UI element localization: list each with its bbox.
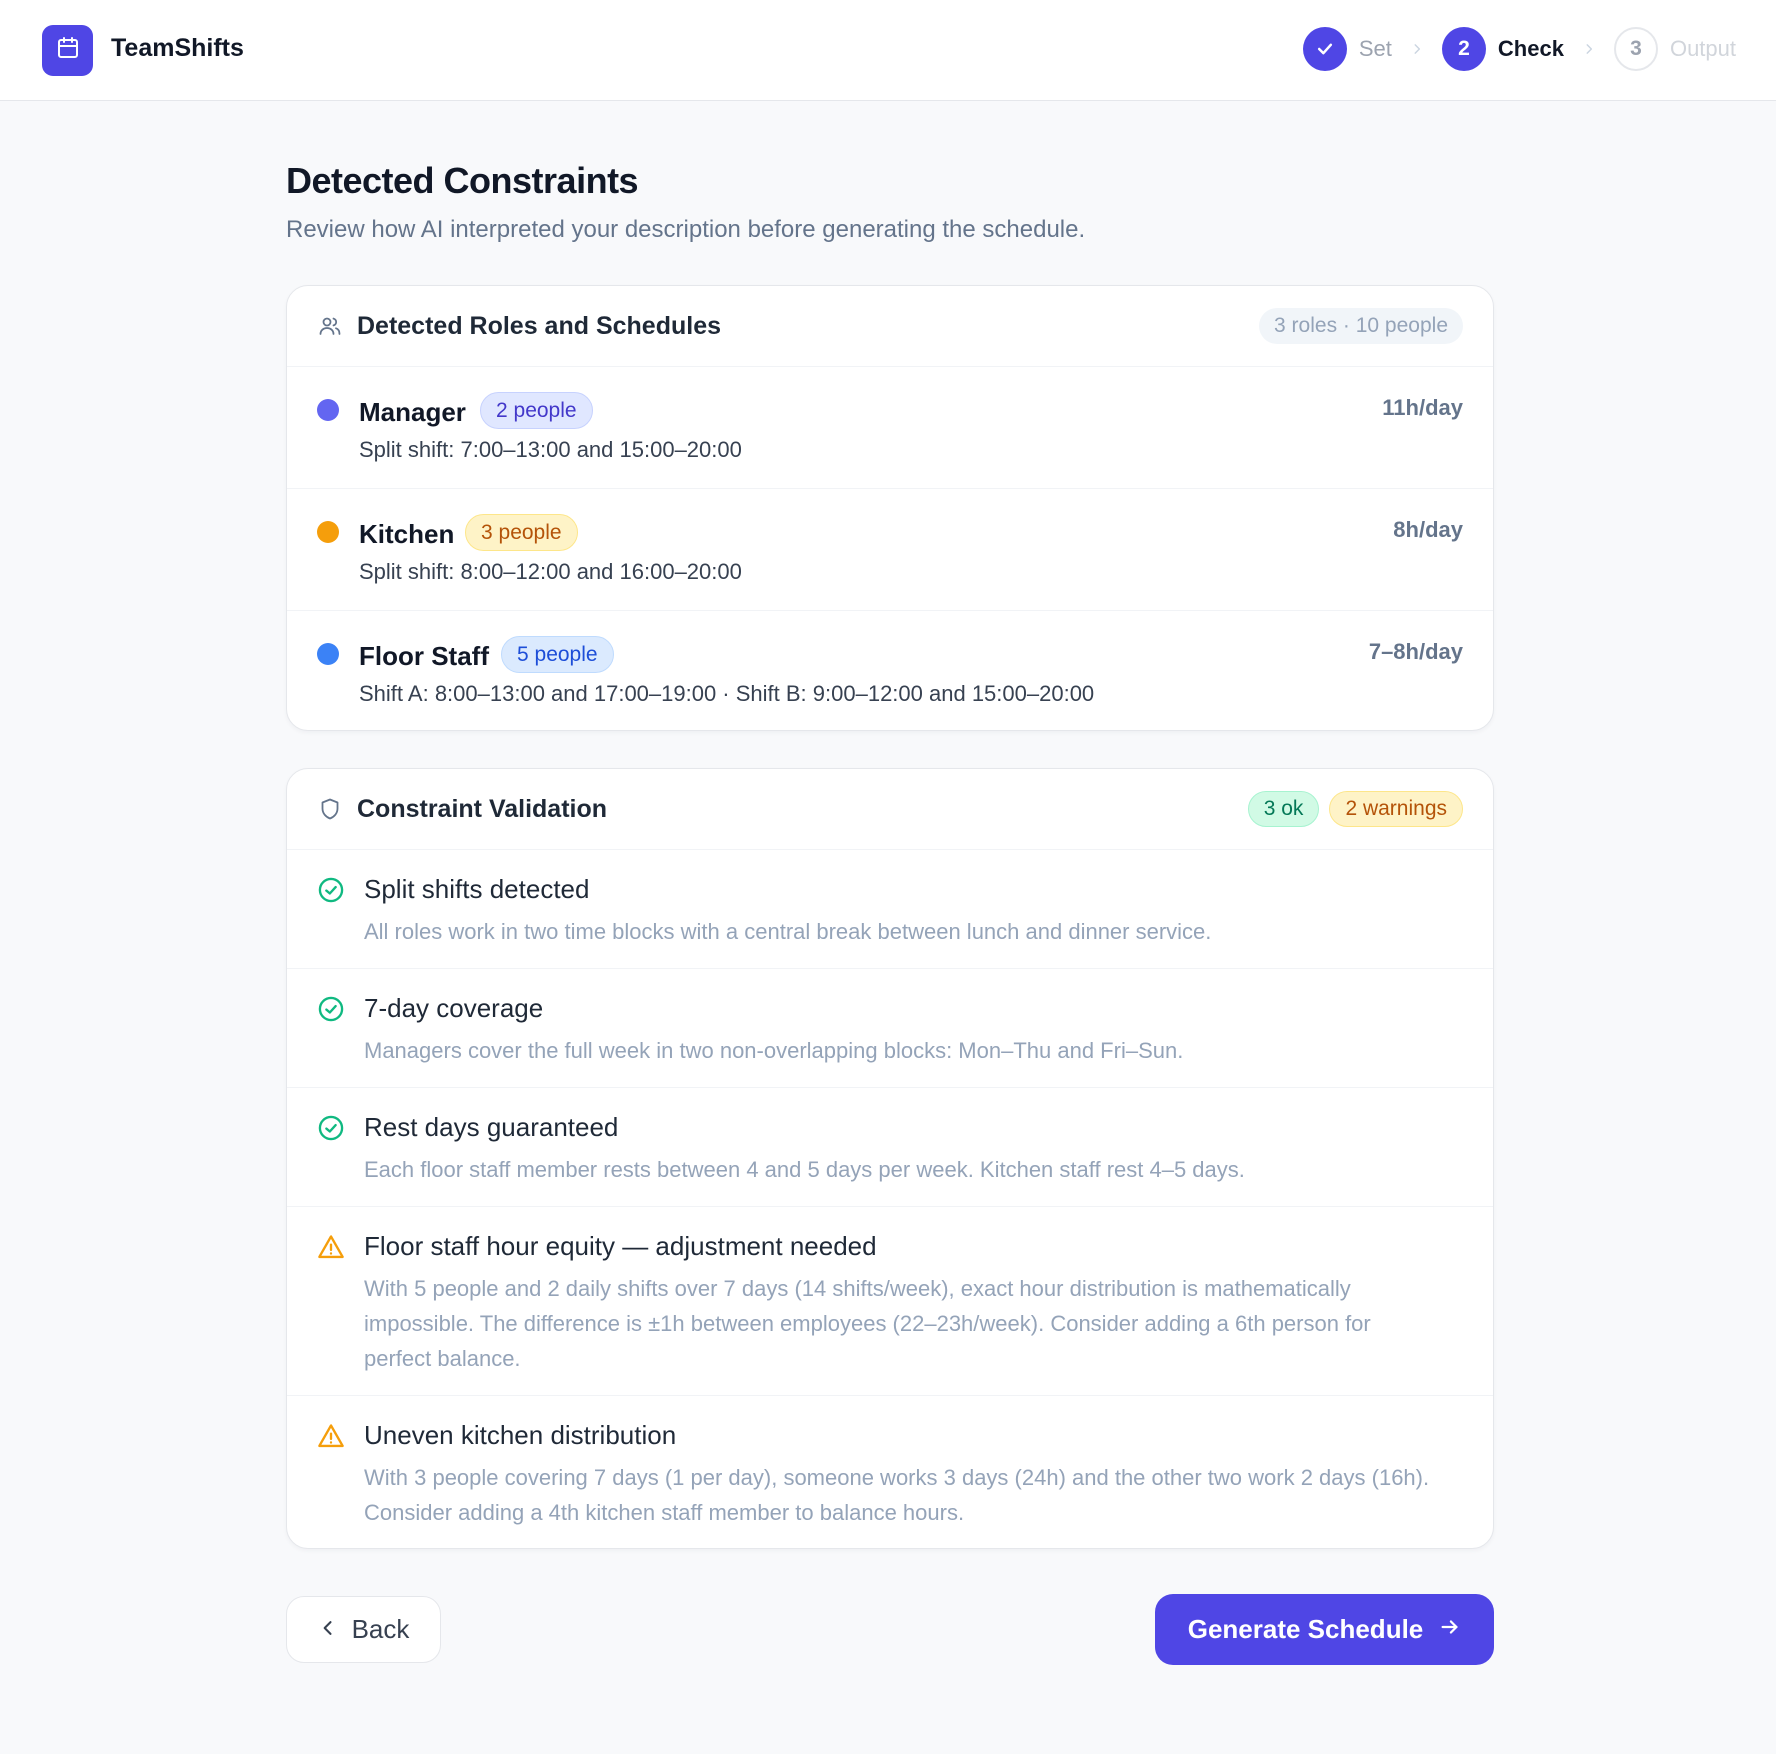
validation-description: Each floor staff member rests between 4 …: [364, 1157, 1245, 1182]
role-name: Manager: [359, 397, 466, 427]
step-done-circle: [1302, 27, 1347, 71]
role-people-badge: 2 people: [480, 392, 593, 429]
validation-item: Rest days guaranteed Each floor staff me…: [287, 1088, 1493, 1207]
role-name: Floor Staff: [359, 641, 489, 671]
back-button[interactable]: Back: [286, 1596, 441, 1663]
role-people-badge: 5 people: [501, 636, 614, 673]
role-shift: Shift A: 8:00–13:00 and 17:00–19:00 · Sh…: [359, 681, 1095, 706]
validation-title: Floor staff hour equity — adjustment nee…: [364, 1231, 877, 1261]
warning-triangle-icon: [317, 1422, 345, 1450]
top-bar: TeamShifts Set 2 Check 3 Output: [0, 0, 1776, 101]
role-hours: 7–8h/day: [1368, 639, 1463, 664]
step-number: 3: [1613, 27, 1658, 71]
chevron-left-icon: [318, 1614, 338, 1645]
step-output[interactable]: 3 Output: [1613, 27, 1736, 71]
chevron-right-icon: [1582, 42, 1596, 56]
step-number: 2: [1441, 27, 1486, 71]
warning-triangle-icon: [317, 1233, 345, 1261]
roles-summary-badge: 3 roles · 10 people: [1259, 308, 1463, 344]
role-shift: Split shift: 8:00–12:00 and 16:00–20:00: [359, 559, 742, 584]
roles-card-header: Detected Roles and Schedules 3 roles · 1…: [287, 286, 1493, 367]
role-color-dot: [317, 643, 339, 665]
step-set[interactable]: Set: [1302, 27, 1392, 71]
validation-description: All roles work in two time blocks with a…: [364, 919, 1212, 944]
role-row-manager: Manager 2 people Split shift: 7:00–13:00…: [287, 367, 1493, 489]
generate-button-label: Generate Schedule: [1187, 1614, 1424, 1644]
page-title: Detected Constraints: [286, 160, 639, 201]
validation-card-header: Constraint Validation 3 ok 2 warnings: [287, 769, 1493, 850]
validation-item: Uneven kitchen distribution With 3 peopl…: [287, 1396, 1493, 1548]
brand-name: TeamShifts: [111, 34, 244, 62]
validation-title: Uneven kitchen distribution: [364, 1420, 677, 1450]
stepper: Set 2 Check 3 Output: [1302, 27, 1736, 71]
validation-card: Constraint Validation 3 ok 2 warnings Sp…: [286, 768, 1494, 1549]
validation-title: Split shifts detected: [364, 874, 590, 904]
validation-description: With 5 people and 2 daily shifts over 7 …: [364, 1276, 1371, 1371]
validation-item: 7-day coverage Managers cover the full w…: [287, 969, 1493, 1088]
role-color-dot: [317, 399, 339, 421]
role-hours: 8h/day: [1393, 517, 1463, 542]
users-icon: [317, 313, 343, 339]
validation-item: Split shifts detected All roles work in …: [287, 850, 1493, 969]
arrow-right-icon: [1439, 1614, 1461, 1645]
role-hours: 11h/day: [1382, 395, 1463, 420]
calendar-icon: [56, 36, 80, 65]
ok-count-badge: 3 ok: [1247, 791, 1320, 827]
step-label: Check: [1497, 36, 1564, 61]
chevron-right-icon: [1410, 42, 1424, 56]
step-label: Output: [1669, 36, 1736, 61]
role-shift: Split shift: 7:00–13:00 and 15:00–20:00: [359, 437, 742, 462]
step-label: Set: [1358, 36, 1392, 61]
check-icon: [1317, 43, 1332, 55]
roles-card-title: Detected Roles and Schedules: [357, 311, 722, 340]
validation-description: With 3 people covering 7 days (1 per day…: [364, 1465, 1430, 1525]
role-row-kitchen: Kitchen 3 people Split shift: 8:00–12:00…: [287, 489, 1493, 611]
page-subtitle: Review how AI interpreted your descripti…: [286, 216, 1086, 243]
role-people-badge: 3 people: [465, 514, 578, 551]
check-circle-icon: [317, 876, 345, 904]
check-circle-icon: [317, 995, 345, 1023]
shield-icon: [317, 796, 343, 822]
validation-title: Rest days guaranteed: [364, 1112, 619, 1142]
role-row-floor-staff: Floor Staff 5 people Shift A: 8:00–13:00…: [287, 611, 1493, 730]
validation-title: 7-day coverage: [364, 993, 544, 1023]
role-color-dot: [317, 521, 339, 543]
validation-card-title: Constraint Validation: [357, 794, 608, 823]
validation-description: Managers cover the full week in two non-…: [364, 1038, 1184, 1063]
warning-count-badge: 2 warnings: [1329, 791, 1463, 827]
generate-schedule-button[interactable]: Generate Schedule: [1155, 1594, 1494, 1665]
check-circle-icon: [317, 1114, 345, 1142]
role-name: Kitchen: [359, 519, 455, 549]
validation-item: Floor staff hour equity — adjustment nee…: [287, 1207, 1493, 1396]
roles-card: Detected Roles and Schedules 3 roles · 1…: [286, 285, 1494, 731]
back-button-label: Back: [351, 1614, 410, 1644]
logo[interactable]: [42, 25, 93, 76]
step-check[interactable]: 2 Check: [1441, 27, 1564, 71]
